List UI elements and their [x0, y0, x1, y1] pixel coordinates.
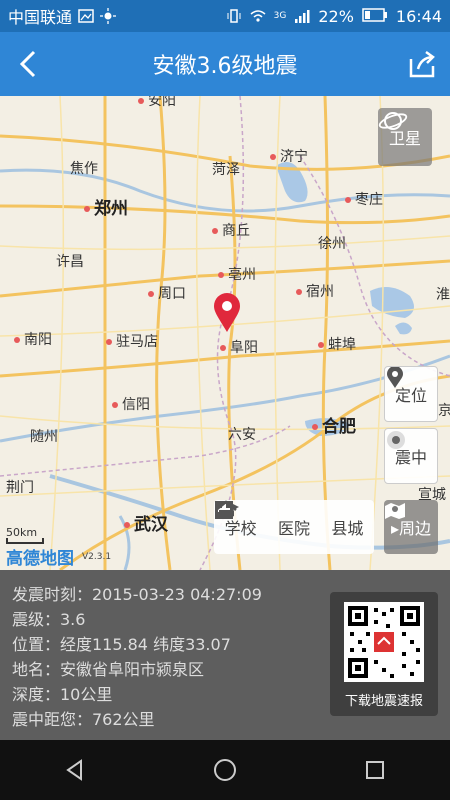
city-label: 随州 [30, 429, 58, 445]
square-recent-icon [366, 761, 384, 779]
sun-icon [100, 8, 117, 24]
city-label: 淮 [436, 287, 450, 303]
city-label: 亳州 [218, 264, 256, 284]
share-icon [409, 50, 435, 78]
quake-depth: 深度：10公里 [12, 685, 113, 704]
signal-icon [294, 8, 310, 24]
vibrate-icon [226, 8, 242, 24]
city-label: 商丘 [212, 220, 250, 240]
house-icon [215, 500, 237, 519]
earthquake-info-panel: 发震时刻：2015-03-23 04:27:09 震级：3.6 位置：经度115… [0, 570, 450, 740]
city-label: 京 [438, 403, 450, 419]
quake-position: 位置：经度115.84 纬度33.07 [12, 635, 231, 654]
city-label: 合肥 [312, 412, 356, 437]
city-label: 济宁 [270, 146, 308, 166]
city-label: 信阳 [112, 394, 150, 414]
nav-recent-button[interactable] [355, 750, 395, 790]
location-pin-icon [387, 367, 403, 388]
circle-home-icon [214, 759, 236, 781]
city-label: 周口 [148, 283, 186, 303]
qr-label: 下载地震速报 [344, 694, 423, 709]
title-bar: 安徽3.6级地震 [0, 32, 450, 96]
clock: 16:44 [395, 6, 442, 26]
city-label: 菏泽 [212, 162, 240, 178]
poi-filter-bar: 学校 医院 县城 [214, 500, 374, 554]
poi-county-button[interactable]: 县城 [215, 500, 374, 554]
city-label: 郑州 [84, 194, 128, 219]
satellite-button[interactable]: 卫星 [378, 108, 432, 166]
city-label: 安阳 [138, 96, 176, 110]
city-label: 许昌 [56, 254, 84, 270]
epicenter-marker-icon[interactable] [210, 293, 244, 333]
quake-magnitude: 震级：3.6 [12, 610, 86, 629]
locate-button[interactable]: 定位 [384, 366, 438, 422]
system-nav-bar [0, 740, 450, 800]
poi-hospital-button[interactable]: 医院 [215, 500, 320, 554]
picture-icon [78, 8, 94, 24]
wifi-icon [250, 8, 266, 24]
around-button[interactable]: ▸周边 [384, 500, 438, 554]
target-icon [387, 431, 405, 449]
back-button[interactable] [10, 46, 46, 82]
epicenter-button[interactable]: 震中 [384, 428, 438, 484]
city-label: 阜阳 [220, 337, 258, 357]
city-label: 焦作 [70, 161, 98, 177]
city-label: 六安 [228, 427, 256, 443]
city-label: 武汉 [124, 510, 168, 535]
carrier-label: 中国联通 [8, 8, 73, 27]
city-label: 南阳 [14, 329, 52, 349]
battery-percent: 22% [318, 6, 354, 26]
battery-icon [362, 7, 388, 26]
download-qr-card[interactable]: 下载地震速报 [330, 592, 438, 716]
quake-place: 地名：安徽省阜阳市颍泉区 [12, 660, 205, 679]
city-label: 宿州 [296, 281, 334, 301]
quake-time: 发震时刻：2015-03-23 04:27:09 [12, 585, 262, 604]
city-label: 荆门 [6, 480, 34, 496]
city-label: 蚌埠 [318, 334, 356, 354]
nav-home-button[interactable] [205, 750, 245, 790]
quake-distance: 震中距您：762公里 [12, 710, 155, 729]
qr-code-icon [344, 602, 424, 682]
planet-icon [378, 112, 408, 130]
map-pin-icon [385, 503, 405, 519]
network-type: 3G [273, 11, 287, 21]
city-label: 驻马店 [106, 331, 158, 351]
share-button[interactable] [404, 46, 440, 82]
map-provider-logo: 高德地图 [6, 549, 74, 569]
triangle-back-icon [66, 759, 82, 781]
map-version: V2.3.1 [82, 552, 112, 562]
city-label: 徐州 [318, 236, 346, 252]
nav-back-button[interactable] [55, 750, 95, 790]
city-label: 枣庄 [345, 189, 383, 209]
back-arrow-icon [19, 50, 36, 78]
status-bar: 中国联通 3G 22% 16:44 [0, 0, 450, 32]
map-view[interactable]: 安阳 济宁 焦作 菏泽 枣庄 郑州 商丘 徐州 许昌 亳州 宿州 周口 南阳 驻… [0, 96, 450, 570]
page-title: 安徽3.6级地震 [152, 54, 298, 79]
